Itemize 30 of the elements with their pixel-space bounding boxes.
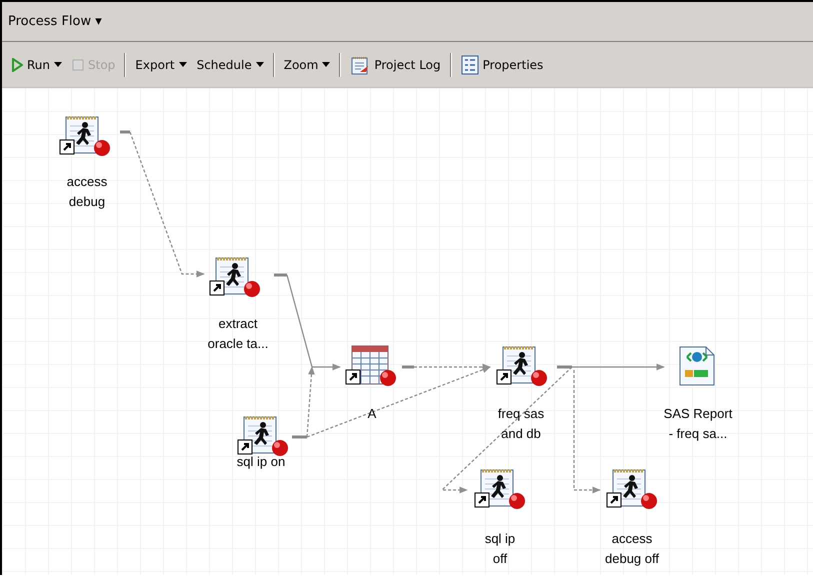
notepad-icon: [350, 54, 370, 74]
toolbar-button[interactable]: Schedule: [196, 56, 265, 74]
toolbar-button[interactable]: Zoom: [282, 56, 332, 74]
program-icon[interactable]: [58, 114, 112, 158]
caret-icon: [322, 62, 330, 67]
program-icon[interactable]: [605, 467, 659, 511]
caret-icon: [256, 62, 264, 67]
node-label: A: [366, 405, 378, 423]
stop-icon: [72, 58, 84, 70]
table-icon[interactable]: [344, 344, 398, 388]
node-label: freq sas and db: [496, 405, 546, 443]
caret-icon: [178, 62, 187, 67]
node-label: sql ip off: [484, 530, 516, 568]
toolbar-button[interactable]: Export: [134, 56, 188, 74]
caret-icon: [54, 62, 62, 67]
node-label: SAS Report - freq sa...: [662, 405, 734, 443]
program-icon[interactable]: [208, 255, 262, 299]
list-icon: [460, 54, 479, 74]
program-icon[interactable]: [495, 344, 549, 388]
program-icon[interactable]: [236, 414, 290, 458]
node-label: access debug: [66, 173, 108, 211]
node-label: sql ip on: [236, 453, 286, 471]
node-label: access debug off: [604, 530, 660, 568]
toolbar-button[interactable]: Run: [10, 56, 64, 74]
node-label: extract oracle ta...: [206, 315, 270, 353]
toolbar-button[interactable]: Project Log: [349, 52, 442, 76]
run-icon: [11, 58, 23, 72]
program-icon[interactable]: [473, 467, 527, 511]
panel-title[interactable]: Process Flow ▾: [8, 14, 102, 29]
toolbar-button[interactable]: Properties: [460, 52, 544, 76]
